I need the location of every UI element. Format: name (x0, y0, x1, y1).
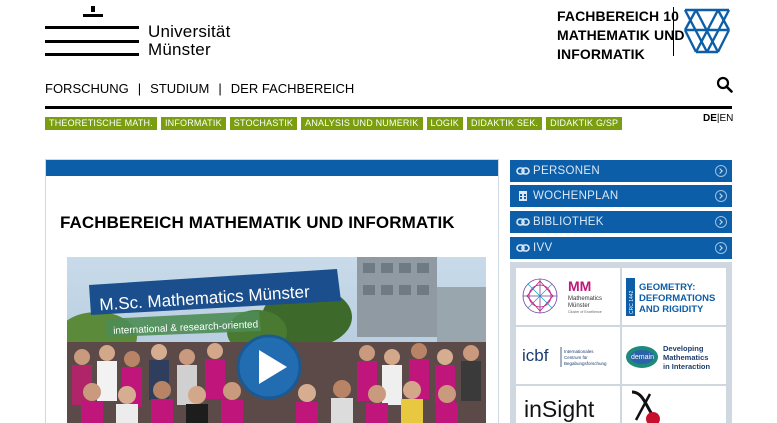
tag-informatik[interactable]: INFORMATIK (160, 117, 226, 130)
icbf-line2: Centrum für (564, 355, 588, 360)
tag-theoretische-math[interactable]: THEORETISCHE MATH. (45, 117, 157, 130)
faculty-name[interactable]: FACHBEREICH 10 MATHEMATIK UND INFORMATIK (557, 7, 685, 64)
demain-line1: Developing (663, 344, 704, 353)
main-content-header-bar (46, 160, 498, 176)
link-icon (516, 218, 530, 226)
icbf-line1: Internationales (564, 349, 594, 354)
partner-mathematics-muenster[interactable]: MM Mathematics Münster Cluster of Excell… (516, 268, 620, 325)
tag-didaktik-g-sp[interactable]: DIDAKTIK G/SP (546, 117, 623, 130)
language-switch: DE|EN (703, 113, 733, 124)
demain-logo: demain Developing Mathematics in Interac… (626, 344, 711, 371)
tag-stochastik[interactable]: STOCHASTIK (229, 117, 298, 130)
sidebar-link-label: WOCHENPLAN (533, 190, 619, 202)
sidebar-link-ivv[interactable]: IVV (510, 237, 732, 259)
department-tags: THEORETISCHE MATH. INFORMATIK STOCHASTIK… (45, 117, 623, 130)
chevron-right-icon (715, 165, 727, 177)
language-en[interactable]: EN (720, 113, 734, 124)
video-player[interactable]: M.Sc. Mathematics Münster international … (67, 257, 486, 423)
demain-line2: Mathematics (663, 353, 708, 362)
nav-separator: | (218, 80, 222, 96)
calendar-icon (519, 191, 527, 201)
link-icon (516, 167, 530, 175)
insight-logo: inSight (524, 396, 595, 422)
nav-item-forschung[interactable]: FORSCHUNG (45, 81, 129, 96)
partner-insight[interactable]: inSight (516, 386, 620, 423)
faculty-name-line2: MATHEMATIK UND (557, 27, 685, 43)
geometry-side: CRC 1442 (629, 290, 635, 314)
sidebar-link-label: PERSONEN (533, 165, 600, 177)
faculty-emblem-icon (683, 8, 731, 54)
chevron-right-icon (715, 216, 727, 228)
search-icon[interactable] (716, 76, 733, 93)
geometry-line2: DEFORMATIONS (639, 293, 715, 304)
tag-didaktik-sek[interactable]: DIDAKTIK SEK. (467, 117, 543, 130)
mm-letters: MM (568, 278, 591, 294)
partner-geometry-crc[interactable]: CRC 1442 GEOMETRY: DEFORMATIONS AND RIGI… (622, 268, 726, 325)
tag-logik[interactable]: LOGIK (426, 117, 464, 130)
mm-line3: Cluster of Excellence (568, 310, 602, 314)
chevron-right-icon (715, 190, 727, 202)
nav-item-studium[interactable]: STUDIUM (150, 81, 209, 96)
geometry-line1: GEOMETRY: (639, 282, 695, 293)
partner-logos: MM Mathematics Münster Cluster of Excell… (510, 262, 732, 423)
mm-line2: Münster (568, 303, 590, 309)
link-icon (516, 244, 530, 252)
video-thumbnail: M.Sc. Mathematics Münster international … (67, 257, 486, 423)
demain-badge: demain (631, 354, 654, 361)
icbf-line3: Begabungsforschung (564, 361, 607, 366)
language-de[interactable]: DE (703, 113, 717, 124)
play-button-icon[interactable] (236, 334, 302, 400)
main-navigation: FORSCHUNG | STUDIUM | DER FACHBEREICH (45, 80, 354, 96)
partner-icbf[interactable]: icbf Internationales Centrum für Begabun… (516, 327, 620, 384)
sidebar-link-label: BIBLIOTHEK (533, 216, 604, 228)
icbf-letters: icbf (522, 346, 549, 365)
chevron-right-icon (715, 242, 727, 254)
icbf-logo: icbf Internationales Centrum für Begabun… (522, 346, 607, 367)
nav-item-der-fachbereich[interactable]: DER FACHBEREICH (231, 81, 355, 96)
faculty-logo-divider (673, 7, 674, 56)
sidebar-link-wochenplan[interactable]: WOCHENPLAN (510, 185, 732, 207)
tag-analysis-und-numerik[interactable]: ANALYSIS UND NUMERIK (301, 117, 423, 130)
university-logo-mark[interactable] (45, 6, 139, 60)
partner-logo-partial[interactable] (622, 386, 726, 423)
university-name-line2: Münster (148, 40, 211, 59)
page-title: FACHBEREICH MATHEMATIK UND INFORMATIK (60, 213, 455, 232)
sidebar-link-personen[interactable]: PERSONEN (510, 160, 732, 182)
nav-separator: | (137, 80, 142, 96)
mm-cluster-logo-icon: MM Mathematics Münster Cluster of Excell… (522, 278, 602, 314)
university-name[interactable]: Universität Münster (148, 23, 231, 59)
mm-line1: Mathematics (568, 296, 602, 302)
sidebar-link-bibliothek[interactable]: BIBLIOTHEK (510, 211, 732, 233)
geometry-line3: AND RIGIDITY (639, 304, 704, 315)
partner-x-logo-icon (631, 390, 660, 423)
university-name-line1: Universität (148, 22, 231, 41)
faculty-name-line1: FACHBEREICH 10 (557, 8, 679, 24)
navigation-rule (45, 106, 732, 109)
faculty-name-line3: INFORMATIK (557, 46, 645, 62)
demain-line3: in Interaction (663, 362, 711, 371)
insight-text: inSight (524, 396, 595, 422)
geometry-logo: CRC 1442 GEOMETRY: DEFORMATIONS AND RIGI… (626, 278, 715, 316)
partner-demain[interactable]: demain Developing Mathematics in Interac… (622, 327, 726, 384)
sidebar-link-label: IVV (533, 242, 553, 254)
